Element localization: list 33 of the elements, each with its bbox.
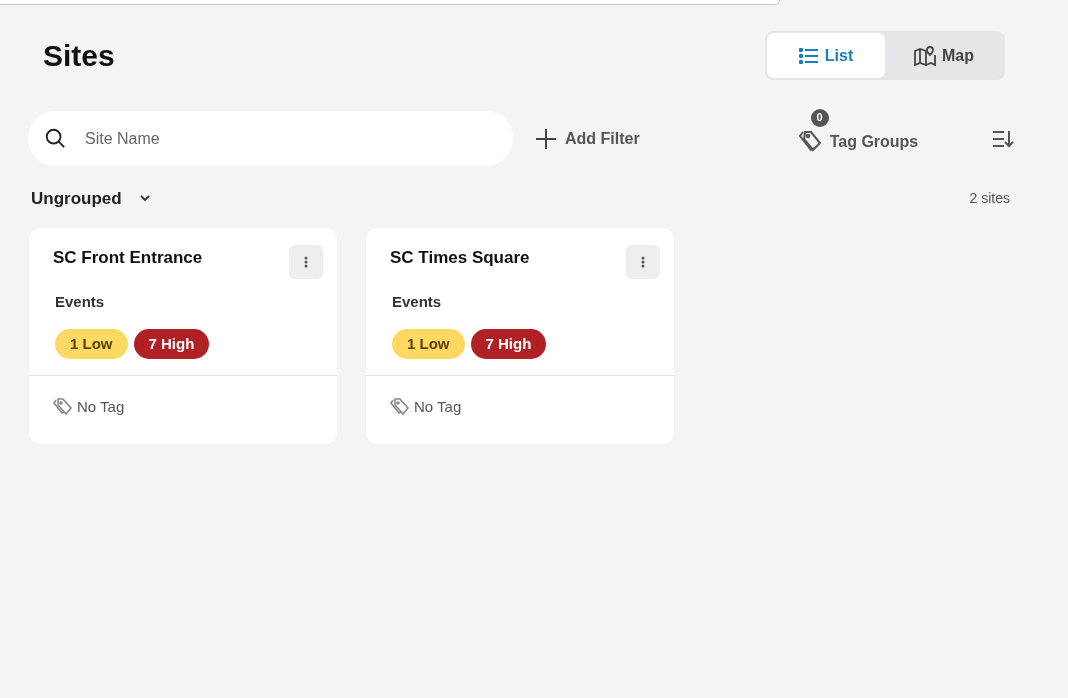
- more-vertical-icon: [641, 255, 645, 268]
- tag-label: No Tag: [414, 397, 462, 417]
- event-count-pill: 7 High: [470, 329, 547, 359]
- event-count-pill: 7 High: [133, 329, 210, 359]
- more-vertical-icon: [304, 255, 308, 268]
- tag-label: No Tag: [77, 397, 125, 417]
- search-field[interactable]: Site Name: [28, 111, 513, 166]
- tag-icon: [390, 398, 410, 417]
- plus-icon: [535, 127, 557, 150]
- site-name: SC Times Square: [390, 246, 530, 269]
- events-label: Events: [391, 291, 443, 312]
- page-title: Sites: [43, 38, 115, 74]
- tag-groups-button[interactable]: Tag Groups 0: [797, 108, 919, 155]
- chevron-down-icon: [139, 195, 150, 203]
- view-tab[interactable]: Map: [885, 33, 1003, 78]
- site-card[interactable]: SC Front Entrance Events 1 Low 7 High No Tag: [29, 227, 337, 444]
- events-label: Events: [54, 291, 106, 312]
- search-icon: [44, 127, 66, 149]
- site-card[interactable]: SC Times Square Events 1 Low 7 High No Tag: [366, 227, 674, 444]
- count-badge: 0: [810, 108, 829, 127]
- view-tab[interactable]: List: [767, 33, 885, 78]
- group-header[interactable]: Ungrouped: [31, 186, 150, 212]
- event-count-pill: 1 Low: [55, 329, 128, 359]
- list-icon: [798, 47, 819, 64]
- sort-icon: [992, 129, 1015, 148]
- site-count: 2 sites: [969, 189, 1010, 209]
- tag-icon: [53, 398, 73, 417]
- more-button[interactable]: [289, 244, 323, 279]
- add-filter-button[interactable]: Add Filter: [535, 126, 640, 151]
- more-button[interactable]: [626, 244, 660, 279]
- site-name: SC Front Entrance: [53, 246, 203, 269]
- event-count-pill: 1 Low: [392, 329, 465, 359]
- map-pin-icon: [914, 45, 936, 66]
